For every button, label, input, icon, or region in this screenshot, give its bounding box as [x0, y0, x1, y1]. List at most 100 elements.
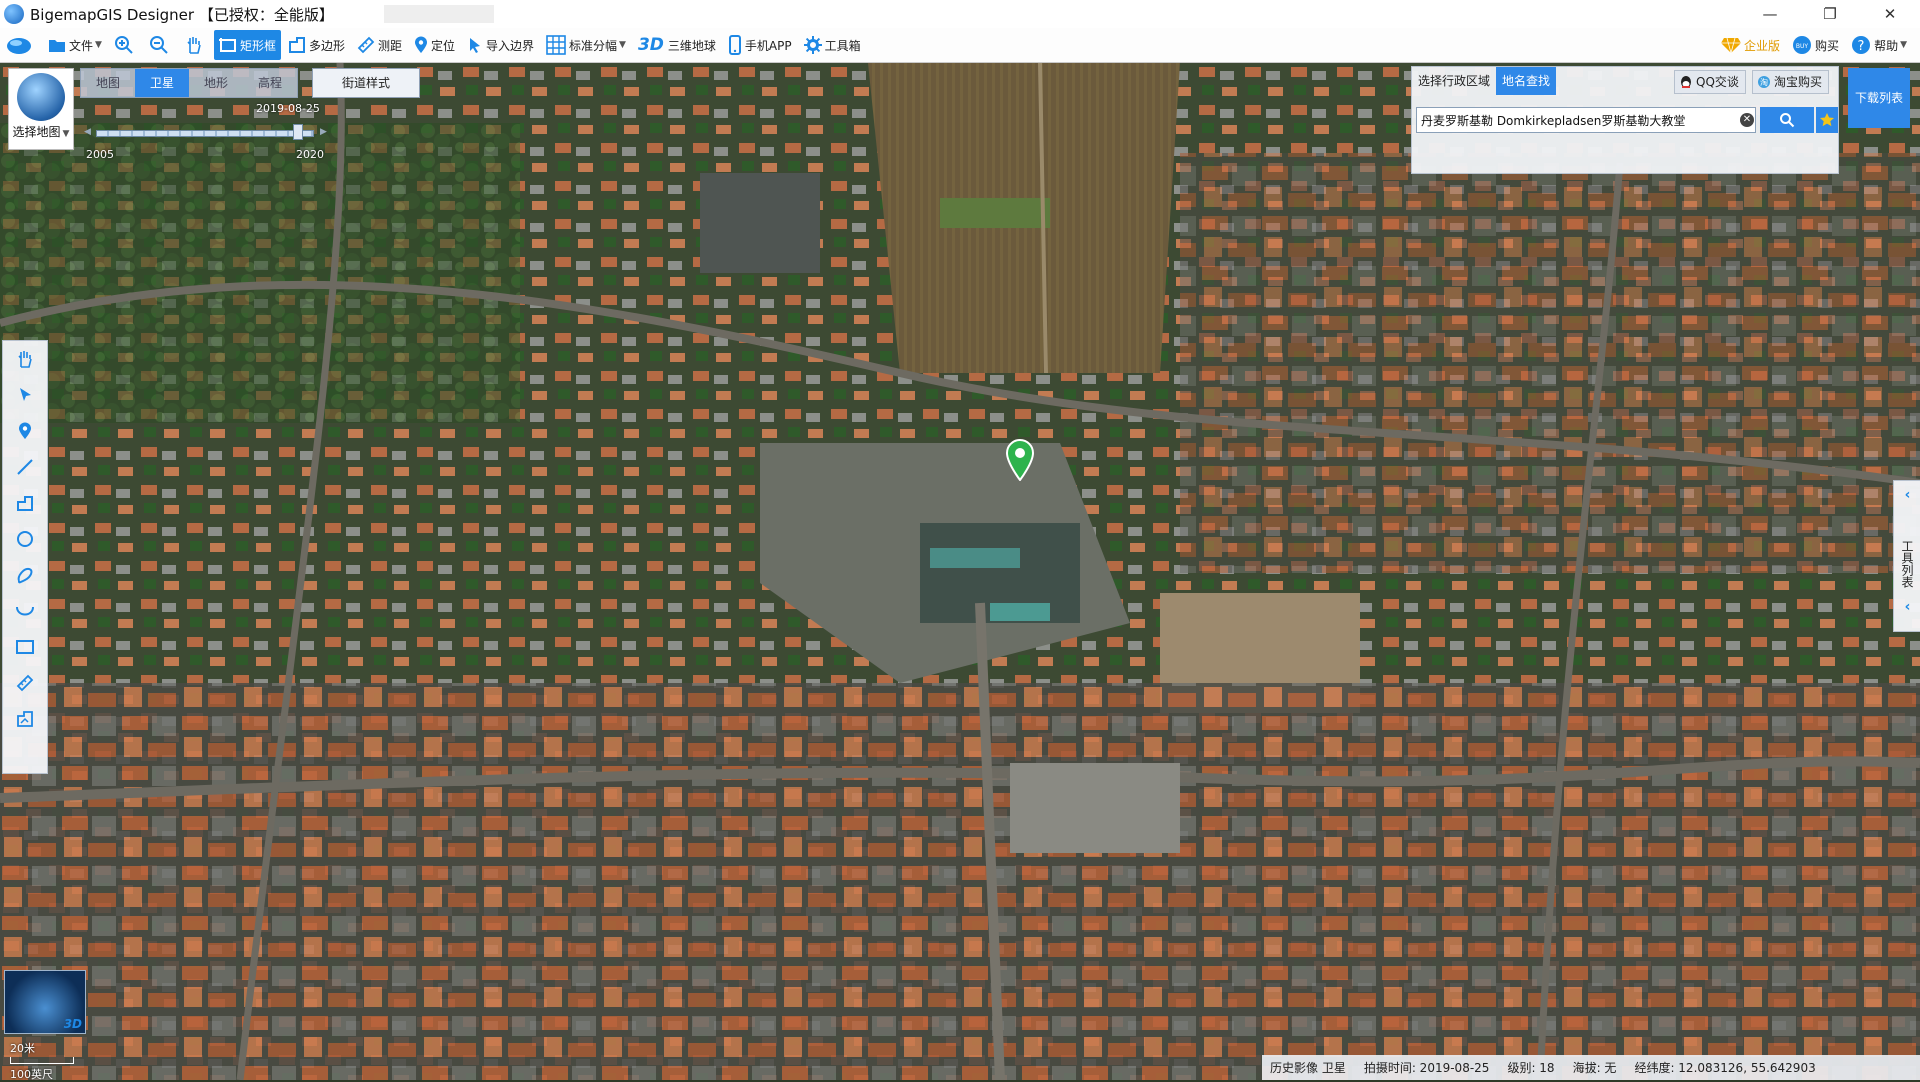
zoom-out-icon	[149, 36, 168, 54]
measure-label: 测距	[377, 38, 402, 53]
timeline-handle[interactable]	[292, 124, 303, 140]
tool-curve[interactable]	[3, 593, 47, 629]
tab-elevation[interactable]: 高程	[243, 69, 297, 97]
minimap-3d-badge[interactable]: 3D	[64, 1017, 82, 1031]
tool-line[interactable]	[3, 449, 47, 485]
file-menu-label: 文件	[69, 38, 94, 53]
tool-polyline[interactable]	[3, 485, 47, 521]
clear-icon[interactable]: ✕	[1740, 113, 1754, 127]
zoom-in-button[interactable]	[109, 30, 142, 60]
search-icon	[1780, 113, 1795, 128]
tool-list-label: 工具列表	[1900, 540, 1914, 588]
toolbox-button[interactable]: 工具箱	[799, 30, 866, 60]
ruler-icon	[357, 36, 375, 54]
chevron-left-icon[interactable]: ‹	[1894, 599, 1920, 615]
taobao-icon: 淘	[1758, 76, 1770, 88]
app-menu-button[interactable]	[0, 30, 41, 60]
history-timeline-slider[interactable]: ◀ ▶	[84, 124, 332, 140]
location-marker-icon[interactable]	[1005, 439, 1035, 481]
tab-map[interactable]: 地图	[81, 69, 135, 97]
buy-label: 购买	[1815, 38, 1840, 53]
taobao-buy-button[interactable]: 淘 淘宝购买	[1752, 70, 1830, 94]
globe-button[interactable]: 3D 三维地球	[633, 30, 721, 60]
rect-select-label: 矩形框	[239, 38, 276, 53]
chevron-down-icon: ▼	[95, 40, 102, 50]
tool-hand[interactable]	[3, 341, 47, 377]
measure-button[interactable]: 测距	[352, 30, 407, 60]
location-pin-icon	[414, 36, 427, 53]
timeline-current-date: 2019-08-25	[256, 102, 320, 115]
scale-metric: 20米	[10, 1042, 35, 1055]
minimize-button[interactable]: —	[1740, 0, 1800, 28]
tool-rectangle[interactable]	[3, 629, 47, 665]
download-list-button[interactable]: 下载列表	[1848, 68, 1910, 128]
hand-icon	[18, 351, 32, 368]
buy-badge-icon: BUY	[1793, 36, 1812, 54]
scale-bar	[10, 1057, 74, 1064]
taobao-buy-label: 淘宝购买	[1774, 75, 1823, 89]
enterprise-label: 企业版	[1744, 38, 1781, 53]
toolbox-label: 工具箱	[824, 38, 861, 53]
tab-place-search[interactable]: 地名查找	[1496, 67, 1557, 95]
import-boundary-button[interactable]: 导入边界	[462, 30, 539, 60]
enterprise-button[interactable]: 企业版	[1716, 30, 1785, 60]
map-canvas[interactable]	[0, 63, 1920, 1080]
place-search-input[interactable]: 丹麦罗斯基勒 Domkirkepladsen罗斯基勒大教堂	[1416, 107, 1756, 133]
star-icon	[1820, 113, 1834, 127]
globe-label: 三维地球	[667, 38, 716, 53]
folder-icon	[49, 40, 65, 52]
tool-pointer[interactable]	[3, 377, 47, 413]
svg-text:BUY: BUY	[1796, 43, 1809, 50]
pan-button[interactable]	[179, 30, 212, 60]
title-redacted-area	[383, 5, 494, 23]
standard-sheet-menu[interactable]: 标准分幅 ▼	[541, 30, 631, 60]
status-altitude: 海拔: 无	[1572, 1061, 1617, 1075]
zoom-out-button[interactable]	[144, 30, 177, 60]
rect-select-button[interactable]: 矩形框	[213, 30, 281, 60]
search-button[interactable]	[1760, 107, 1814, 133]
tab-satellite[interactable]: 卫星	[135, 69, 189, 97]
tool-freehand[interactable]	[3, 557, 47, 593]
street-style-button[interactable]: 街道样式	[312, 68, 420, 98]
main-toolbar: 文件 ▼ 矩形框 多边形 测距 定位 导入边界 标准分幅 ▼ 3D 三维地球 手机A…	[0, 28, 1920, 63]
tool-ruler[interactable]	[3, 665, 47, 701]
tool-circle[interactable]	[3, 521, 47, 557]
pointer-icon	[20, 388, 31, 401]
help-menu[interactable]: ? 帮助 ▼	[1846, 30, 1912, 60]
close-button[interactable]: ✕	[1860, 0, 1920, 28]
mobile-app-button[interactable]: 手机APP	[723, 30, 797, 60]
timeline-next-icon[interactable]: ▶	[320, 127, 327, 137]
timeline-track[interactable]	[96, 130, 314, 137]
circle-icon	[17, 531, 33, 547]
diamond-icon	[1721, 37, 1742, 54]
favorite-button[interactable]	[1816, 107, 1838, 133]
qq-chat-label: QQ交谈	[1696, 75, 1739, 89]
tool-area-measure[interactable]	[3, 701, 47, 737]
locate-button[interactable]: 定位	[409, 30, 460, 60]
svg-text:?: ?	[1858, 39, 1865, 54]
timeline-prev-icon[interactable]: ◀	[84, 127, 91, 137]
status-imagery-source: 历史影像 卫星	[1270, 1061, 1346, 1075]
file-menu[interactable]: 文件 ▼	[43, 30, 107, 60]
polygon-select-button[interactable]: 多边形	[283, 30, 350, 60]
help-icon: ?	[1852, 36, 1871, 54]
chevron-down-icon: ▼	[62, 129, 70, 139]
buy-button[interactable]: BUY 购买	[1787, 30, 1844, 60]
map-source-selector[interactable]: 选择地图 ▼	[8, 68, 74, 150]
tool-marker[interactable]	[3, 413, 47, 449]
globe-icon	[17, 73, 65, 121]
rectangle-icon	[16, 640, 34, 654]
qq-chat-button[interactable]: QQ交谈	[1674, 70, 1746, 94]
overview-minimap[interactable]: 3D	[4, 970, 86, 1034]
chevron-left-icon[interactable]: ‹	[1894, 487, 1920, 503]
tab-select-region[interactable]: 选择行政区域	[1412, 67, 1496, 95]
maximize-button[interactable]: ❐	[1800, 0, 1860, 28]
polygon-select-label: 多边形	[308, 38, 345, 53]
app-logo-icon	[4, 4, 24, 24]
grid-icon	[546, 35, 566, 55]
tool-list-toggle[interactable]: ‹ 工具列表 ‹	[1893, 480, 1920, 632]
tab-terrain[interactable]: 地形	[189, 69, 243, 97]
zoom-in-icon	[114, 36, 133, 54]
satellite-imagery	[0, 63, 1920, 1080]
phone-icon	[728, 35, 741, 55]
